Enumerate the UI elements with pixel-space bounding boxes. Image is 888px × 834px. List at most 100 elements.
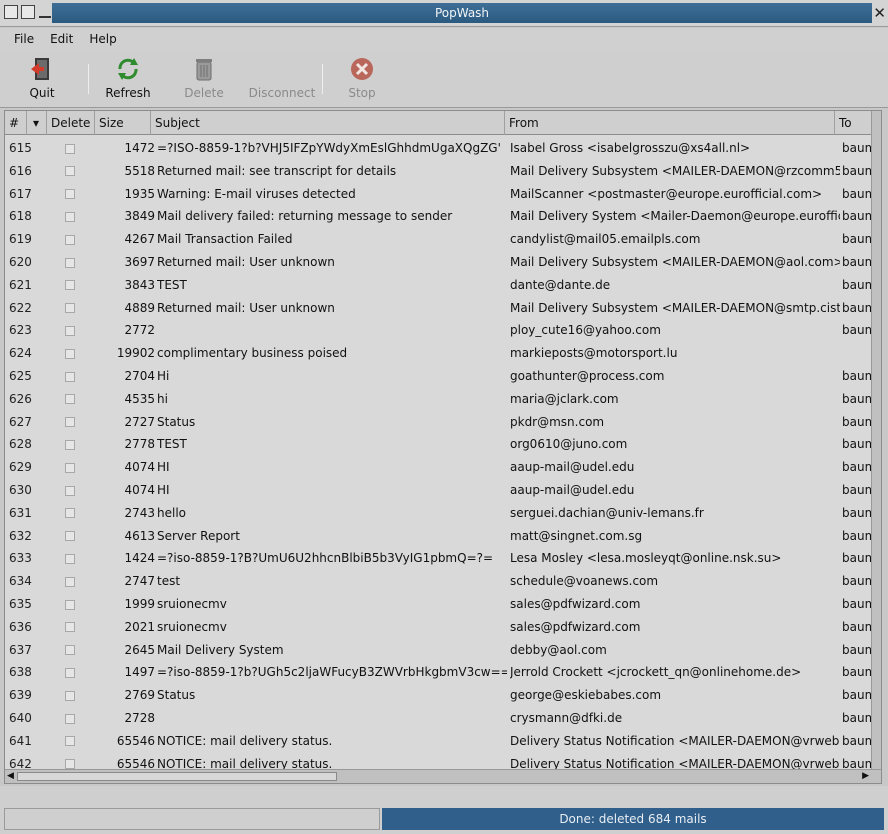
- checkbox-box[interactable]: [65, 599, 75, 610]
- delete-checkbox[interactable]: [65, 319, 79, 342]
- delete-checkbox[interactable]: [65, 456, 79, 479]
- column-header-delete[interactable]: Delete: [47, 111, 95, 135]
- table-row[interactable]: 633 1424 =?iso-8859-1?B?UmU6U2hhcnBlbiB5b3…: [5, 547, 881, 570]
- table-row[interactable]: 624 19902 complimentary business poised mar…: [5, 342, 881, 365]
- menu-file[interactable]: File: [6, 28, 42, 52]
- column-header-number[interactable]: #: [5, 111, 27, 135]
- table-row[interactable]: 6304074HIaaup-mail@udel.edubaum@: [5, 479, 881, 502]
- delete-checkbox[interactable]: [65, 137, 79, 160]
- checkbox-box[interactable]: [65, 348, 75, 359]
- delete-checkbox[interactable]: [65, 547, 79, 570]
- horizontal-scroll-thumb[interactable]: [17, 772, 337, 781]
- close-icon[interactable]: ✕: [873, 4, 886, 22]
- table-row[interactable]: 622 4889 Returned mail: User unknown Mail D…: [5, 297, 881, 320]
- checkbox-box[interactable]: [65, 645, 75, 656]
- table-row[interactable]: 617 1935 Warning: E-mail viruses detected M…: [5, 183, 881, 206]
- checkbox-box[interactable]: [65, 713, 75, 724]
- delete-checkbox[interactable]: [65, 570, 79, 593]
- checkbox-box[interactable]: [65, 508, 75, 519]
- delete-checkbox[interactable]: [65, 183, 79, 206]
- delete-checkbox[interactable]: [65, 388, 79, 411]
- column-header-to[interactable]: To: [835, 111, 873, 135]
- sort-descending-icon[interactable]: ▾: [27, 111, 47, 135]
- delete-checkbox[interactable]: [65, 274, 79, 297]
- menu-edit[interactable]: Edit: [42, 28, 81, 52]
- delete-checkbox[interactable]: [65, 502, 79, 525]
- delete-checkbox[interactable]: [65, 661, 79, 684]
- delete-checkbox[interactable]: [65, 707, 79, 730]
- checkbox-box[interactable]: [65, 485, 75, 496]
- scroll-left-icon[interactable]: ◀: [7, 771, 14, 781]
- window-menu-button[interactable]: [4, 5, 18, 19]
- delete-checkbox[interactable]: [65, 753, 79, 769]
- checkbox-box[interactable]: [65, 143, 75, 154]
- disconnect-button[interactable]: Disconnect: [244, 56, 320, 100]
- delete-checkbox[interactable]: [65, 160, 79, 183]
- checkbox-box[interactable]: [65, 394, 75, 405]
- checkbox-box[interactable]: [65, 690, 75, 701]
- checkbox-box[interactable]: [65, 759, 75, 769]
- column-header-subject[interactable]: Subject: [151, 111, 505, 135]
- checkbox-box[interactable]: [65, 371, 75, 382]
- menu-help[interactable]: Help: [81, 28, 124, 52]
- table-row[interactable]: 6213843TESTdante@dante.debaum@: [5, 274, 881, 297]
- table-row[interactable]: 6362021sruionecmvsales@pdfwizard.combaum…: [5, 616, 881, 639]
- delete-checkbox[interactable]: [65, 479, 79, 502]
- table-row[interactable]: 6272727Statuspkdr@msn.combaum@: [5, 411, 881, 434]
- table-row[interactable]: 6294074HIaaup-mail@udel.edubaum@: [5, 456, 881, 479]
- checkbox-box[interactable]: [65, 234, 75, 245]
- table-row[interactable]: 632 4613 Server Report matt@singnet.com.sg b…: [5, 525, 881, 548]
- checkbox-box[interactable]: [65, 462, 75, 473]
- delete-checkbox[interactable]: [65, 228, 79, 251]
- checkbox-box[interactable]: [65, 189, 75, 200]
- table-row[interactable]: 615 1472 =?ISO-8859-1?b?VHJ5IFZpYWdyXmEslG…: [5, 137, 881, 160]
- column-header-size[interactable]: Size: [95, 111, 151, 135]
- delete-checkbox[interactable]: [65, 730, 79, 753]
- mail-list[interactable]: # ▾ Delete Size Subject From To 615 1472 =…: [4, 110, 882, 784]
- table-row[interactable]: 616 5518 Returned mail: see transcript for…: [5, 160, 881, 183]
- checkbox-box[interactable]: [65, 439, 75, 450]
- stop-button[interactable]: Stop: [340, 56, 384, 100]
- checkbox-box[interactable]: [65, 325, 75, 336]
- checkbox-box[interactable]: [65, 667, 75, 678]
- table-row[interactable]: 6252704Higoathunter@process.combaum@: [5, 365, 881, 388]
- delete-checkbox[interactable]: [65, 297, 79, 320]
- checkbox-box[interactable]: [65, 166, 75, 177]
- table-row[interactable]: 6282778TESTorg0610@juno.combaum@: [5, 433, 881, 456]
- table-row[interactable]: 6402728crysmann@dfki.debaum@: [5, 707, 881, 730]
- delete-checkbox[interactable]: [65, 411, 79, 434]
- table-row[interactable]: 620 3697 Returned mail: User unknown Mail D…: [5, 251, 881, 274]
- delete-checkbox[interactable]: [65, 365, 79, 388]
- delete-checkbox[interactable]: [65, 616, 79, 639]
- maximize-button[interactable]: [21, 5, 35, 19]
- table-row[interactable]: 618 3849 Mail delivery failed: returning m…: [5, 205, 881, 228]
- delete-button[interactable]: Delete: [182, 56, 226, 100]
- delete-checkbox[interactable]: [65, 433, 79, 456]
- horizontal-scrollbar[interactable]: ◀ ▶: [5, 769, 881, 783]
- delete-checkbox[interactable]: [65, 593, 79, 616]
- checkbox-box[interactable]: [65, 303, 75, 314]
- vertical-scrollbar[interactable]: [871, 111, 881, 769]
- checkbox-box[interactable]: [65, 622, 75, 633]
- table-row[interactable]: 6232772ploy_cute16@yahoo.combaum@: [5, 319, 881, 342]
- table-row[interactable]: 6392769Statusgeorge@eskiebabes.combaum@: [5, 684, 881, 707]
- scroll-right-icon[interactable]: ▶: [862, 771, 869, 781]
- checkbox-box[interactable]: [65, 211, 75, 222]
- quit-button[interactable]: Quit: [20, 56, 64, 100]
- table-row[interactable]: 642 65546 NOTICE: mail delivery status. Del…: [5, 753, 881, 769]
- column-header-from[interactable]: From: [505, 111, 835, 135]
- minimize-button[interactable]: [38, 5, 52, 19]
- delete-checkbox[interactable]: [65, 205, 79, 228]
- table-row[interactable]: 638 1497 =?iso-8859-1?b?UGh5c2ljaWFucyB3ZW…: [5, 661, 881, 684]
- delete-checkbox[interactable]: [65, 639, 79, 662]
- checkbox-box[interactable]: [65, 531, 75, 542]
- delete-checkbox[interactable]: [65, 684, 79, 707]
- checkbox-box[interactable]: [65, 257, 75, 268]
- table-row[interactable]: 6342747testschedule@voanews.combaum@: [5, 570, 881, 593]
- checkbox-box[interactable]: [65, 417, 75, 428]
- checkbox-box[interactable]: [65, 553, 75, 564]
- table-row[interactable]: 619 4267 Mail Transaction Failed candylist@…: [5, 228, 881, 251]
- checkbox-box[interactable]: [65, 736, 75, 747]
- table-row[interactable]: 6264535himaria@jclark.combaum@: [5, 388, 881, 411]
- checkbox-box[interactable]: [65, 280, 75, 291]
